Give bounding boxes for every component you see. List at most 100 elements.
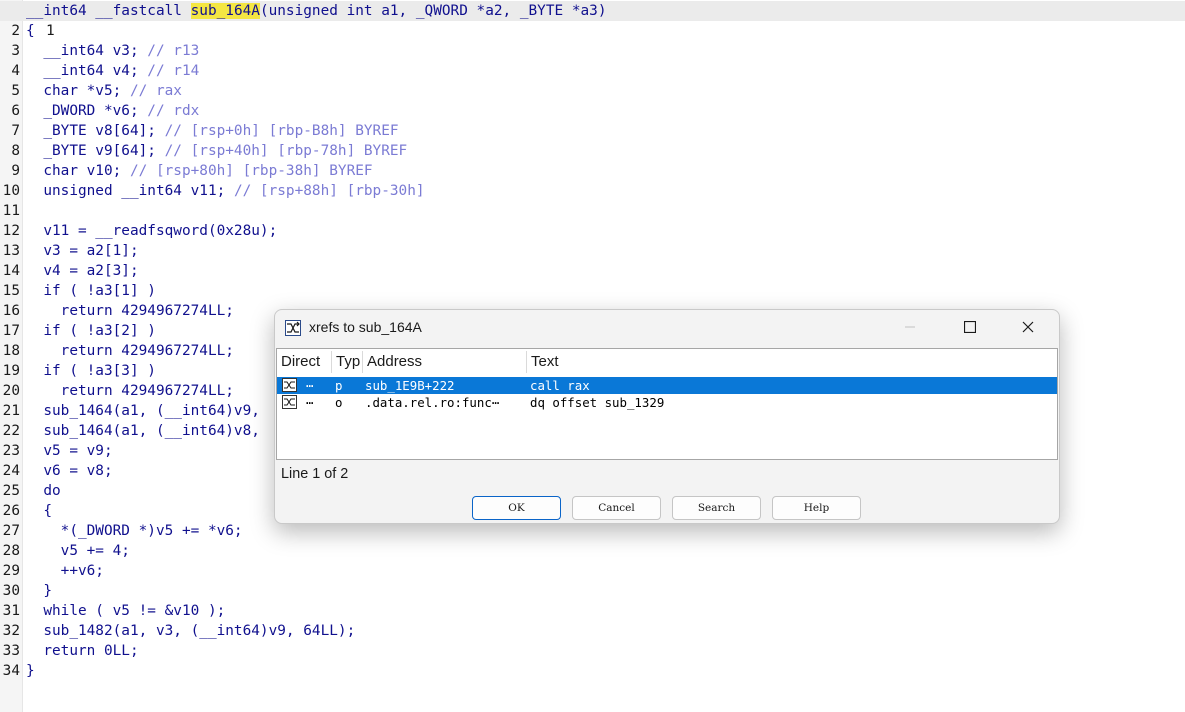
code-text: v6 = v8; (26, 463, 113, 479)
line-number: 18 (2, 343, 20, 359)
dialog-title: xrefs to sub_164A (309, 319, 422, 335)
line-number: 32 (2, 623, 20, 639)
signature-params: (unsigned int a1, _QWORD *a2, _BYTE *a3) (259, 3, 607, 19)
cancel-button[interactable]: Cancel (572, 496, 661, 520)
line-number: 14 (2, 263, 20, 279)
line-number: 4 (11, 63, 20, 79)
line-number: 3 (11, 43, 20, 59)
line-number: 5 (11, 83, 20, 99)
code-text: return 0LL; (26, 643, 139, 659)
code-line-4[interactable]: 4 __int64 v4; // r14 (0, 61, 199, 81)
search-button[interactable]: Search (672, 496, 761, 520)
line-number: 23 (2, 443, 20, 459)
line-number: 28 (2, 543, 20, 559)
column-header-direction[interactable]: Direct (277, 351, 332, 373)
code-line-6[interactable]: 6 _DWORD *v6; // rdx (0, 101, 199, 121)
code-line-13[interactable]: 13 v3 = a2[1]; (0, 241, 139, 261)
code-line-22[interactable]: 22 sub_1464(a1, (__int64)v8, (0, 421, 260, 441)
code-line-18[interactable]: 18 return 4294967274LL; (0, 341, 234, 361)
line-number: 19 (2, 363, 20, 379)
code-text: char v10; // [rsp+80h] [rbp-38h] BYREF (26, 163, 373, 179)
code-text: if ( !a3[1] ) (26, 283, 156, 299)
code-line-27[interactable]: 27 *(_DWORD *)v5 += *v6; (0, 521, 243, 541)
line-number: 25 (2, 483, 20, 499)
code-line-20[interactable]: 20 return 4294967274LL; (0, 381, 234, 401)
code-line-8[interactable]: 8 _BYTE v9[64]; // [rsp+40h] [rbp-78h] B… (0, 141, 407, 161)
code-line-32[interactable]: 32 sub_1482(a1, v3, (__int64)v9, 64LL); (0, 621, 356, 641)
column-header-type[interactable]: Typ (332, 351, 363, 373)
xref-text: call rax (530, 378, 590, 393)
code-line-31[interactable]: 31 while ( v5 != &v10 ); (0, 601, 226, 621)
xrefs-list[interactable]: Direct Typ Address Text ⋯ p sub_1E9B+222… (276, 348, 1058, 460)
column-header-text[interactable]: Text (527, 351, 1057, 373)
code-line-23[interactable]: 23 v5 = v9; (0, 441, 113, 461)
code-text: sub_1464(a1, (__int64)v8, (26, 423, 260, 439)
code-line-10[interactable]: 10 unsigned __int64 v11; // [rsp+88h] [r… (0, 181, 425, 201)
code-line-29[interactable]: 29 ++v6; (0, 561, 104, 581)
code-text: char *v5; // rax (26, 83, 182, 99)
code-line-9[interactable]: 9 char v10; // [rsp+80h] [rbp-38h] BYREF (0, 161, 372, 181)
line-number: 17 (2, 323, 20, 339)
code-text: while ( v5 != &v10 ); (26, 603, 226, 619)
line-number: 27 (2, 523, 20, 539)
code-line-5[interactable]: 5 char *v5; // rax (0, 81, 182, 101)
code-text: _BYTE v8[64]; // [rsp+0h] [rbp-B8h] BYRE… (26, 123, 399, 139)
code-line-14[interactable]: 14 v4 = a2[3]; (0, 261, 139, 281)
code-line-33[interactable]: 33 return 0LL; (0, 641, 139, 661)
ok-button[interactable]: OK (472, 496, 561, 520)
line-number: 16 (2, 303, 20, 319)
code-line-30[interactable]: 30 } (0, 581, 52, 601)
code-line-17[interactable]: 17 if ( !a3[2] ) (0, 321, 156, 341)
line-number: 22 (2, 423, 20, 439)
code-line-12[interactable]: 12 v11 = __readfsqword(0x28u); (0, 221, 278, 241)
code-text: { (26, 23, 35, 39)
xref-icon (282, 378, 297, 392)
code-line-21[interactable]: 21 sub_1464(a1, (__int64)v9, (0, 401, 260, 421)
line-number: 24 (2, 463, 20, 479)
code-line-25[interactable]: 25 do (0, 481, 61, 501)
xref-direction: ⋯ (306, 395, 314, 410)
minimize-button[interactable] (881, 310, 939, 344)
xref-row[interactable]: ⋯ o .data.rel.ro:func⋯ dq offset sub_132… (277, 394, 1057, 411)
code-text: sub_1482(a1, v3, (__int64)v9, 64LL); (26, 623, 356, 639)
dialog-titlebar[interactable]: xrefs to sub_164A (275, 310, 1059, 346)
code-text: v5 = v9; (26, 443, 113, 459)
close-button[interactable] (999, 310, 1057, 344)
line-number: 26 (2, 503, 20, 519)
code-text: v3 = a2[1]; (26, 243, 139, 259)
xref-type: o (335, 395, 343, 410)
column-header-address[interactable]: Address (363, 351, 527, 373)
signature-prefix: __int64 __fastcall (26, 3, 191, 19)
code-line-11[interactable]: 11 (0, 201, 20, 221)
code-text: if ( !a3[3] ) (26, 363, 156, 379)
xref-icon (282, 395, 297, 409)
line-number: 20 (2, 383, 20, 399)
code-text: return 4294967274LL; (26, 383, 234, 399)
code-text: __int64 v4; // r14 (26, 63, 200, 79)
maximize-button[interactable] (941, 310, 999, 344)
code-line-26[interactable]: 26 { (0, 501, 52, 521)
help-button[interactable]: Help (772, 496, 861, 520)
code-line-19[interactable]: 19 if ( !a3[3] ) (0, 361, 156, 381)
line-number: 13 (2, 243, 20, 259)
code-line-16[interactable]: 16 return 4294967274LL; (0, 301, 234, 321)
line-number: 2 (11, 23, 20, 39)
line-number: 29 (2, 563, 20, 579)
code-line-3[interactable]: 3 __int64 v3; // r13 (0, 41, 199, 61)
code-text: do (26, 483, 61, 499)
code-line-1[interactable]: 1 __int64 __fastcall sub_164A(unsigned i… (0, 1, 607, 39)
code-line-15[interactable]: 15 if ( !a3[1] ) (0, 281, 156, 301)
code-line-28[interactable]: 28 v5 += 4; (0, 541, 130, 561)
code-line-24[interactable]: 24 v6 = v8; (0, 461, 113, 481)
xref-row[interactable]: ⋯ p sub_1E9B+222 call rax (277, 377, 1057, 394)
code-line-7[interactable]: 7 _BYTE v8[64]; // [rsp+0h] [rbp-B8h] BY… (0, 121, 398, 141)
code-line-34[interactable]: 34} (0, 661, 35, 681)
code-text: v5 += 4; (26, 543, 130, 559)
line-number: 33 (2, 643, 20, 659)
line-number: 30 (2, 583, 20, 599)
function-name[interactable]: sub_164A (190, 3, 260, 19)
function-signature: __int64 __fastcall sub_164A(unsigned int… (26, 1, 607, 21)
line-number: 21 (2, 403, 20, 419)
line-number: 15 (2, 283, 20, 299)
code-line-2[interactable]: 2{ (0, 21, 34, 41)
